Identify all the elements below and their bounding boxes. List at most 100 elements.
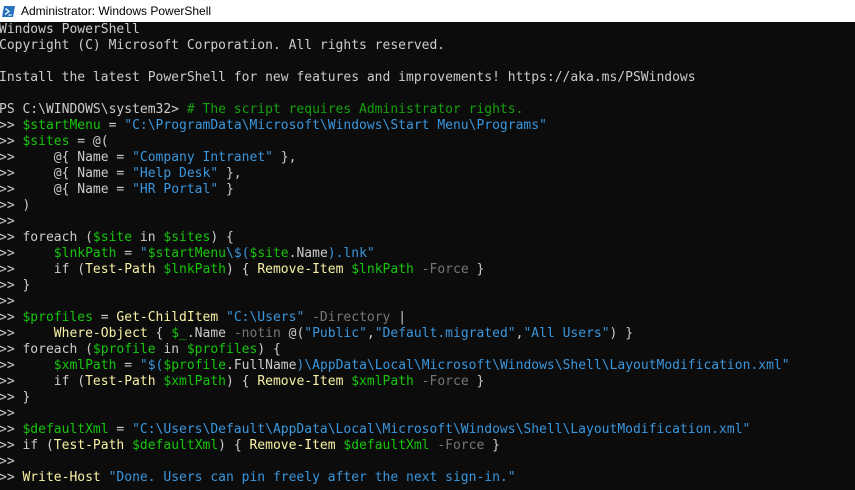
terminal-token: } [484,438,500,453]
terminal-token: "Help Desk" [132,166,219,181]
terminal-token: >> } [0,278,31,293]
terminal-token: -Force [421,374,469,389]
terminal-line: >> $defaultXml = "C:\Users\Default\AppDa… [0,422,855,438]
terminal-token: >> @{ Name = [0,166,133,181]
terminal-token: "HR Portal" [132,182,219,197]
terminal-token: "C:\Users" [226,310,305,325]
terminal-token: ) { [257,342,281,357]
terminal-token: $sites [22,134,70,149]
terminal-token: = [100,118,125,133]
terminal-token: $defaultXml [132,438,219,453]
terminal-token: ).lnk" [327,246,375,261]
title-bar[interactable]: Administrator: Windows PowerShell [0,0,855,22]
terminal-token: Test-Path [53,438,125,453]
terminal-token: >> ) [0,198,31,213]
terminal-token: >> [0,294,15,309]
terminal-token: "$( [139,358,164,373]
terminal-line: Copyright (C) Microsoft Corporation. All… [0,38,855,54]
terminal-token: Where-Object [53,326,148,341]
terminal-token: } [468,262,485,277]
terminal-line: >> @{ Name = "Help Desk" }, [0,166,855,182]
terminal-token: $lnkPath [351,262,414,277]
terminal-line: PS C:\WINDOWS\system32> # The script req… [0,102,855,118]
terminal-line: Install the latest PowerShell for new fe… [0,70,855,86]
terminal-token: "Default.migrated" [374,326,516,341]
terminal-token: = [108,422,133,437]
terminal-token: Test-Path [85,374,156,389]
terminal-token: .FullName [226,358,297,373]
terminal-line: >> [0,294,855,310]
terminal-token: in [132,230,164,245]
terminal-token: , [366,326,375,341]
terminal-token: in [155,342,187,357]
terminal-token: "Company Intranet" [132,150,273,165]
terminal-token: Windows PowerShell [0,22,140,37]
terminal-token: = [116,358,140,373]
terminal-token: )\AppData\Local\Microsoft\Windows\Shell\… [296,358,790,373]
terminal-token: >> [0,134,23,149]
terminal-line: >> $profiles = Get-ChildItem "C:\Users" … [0,310,855,326]
terminal-token: .Name [186,326,234,341]
terminal-token: = @( [69,134,109,149]
terminal-line: >> foreach ($site in $sites) { [0,230,855,246]
powershell-window: Administrator: Windows PowerShell Window… [0,0,855,490]
terminal-line: >> [0,454,855,470]
terminal-token: = [92,310,117,325]
terminal-token: | [390,310,407,325]
terminal-line: >> @{ Name = "HR Portal" } [0,182,855,198]
terminal-token: $profile [92,342,156,357]
terminal-token: >> [0,422,23,437]
terminal-token: " [139,246,148,261]
terminal-token: "C:\ProgramData\Microsoft\Windows\Start … [124,118,547,133]
terminal-token: -notin [233,326,281,341]
terminal-token: >> @{ Name = [0,150,133,165]
terminal-token: >> } [0,390,31,405]
terminal-line: >> [0,406,855,422]
terminal-line: Windows PowerShell [0,22,855,38]
terminal-token: Get-ChildItem [116,310,219,325]
terminal-token: Write-Host [22,470,101,485]
terminal-token: >> [0,118,23,133]
terminal-token: "All Users" [523,326,610,341]
terminal-output[interactable]: Windows PowerShell Copyright (C) Microsof… [0,22,855,490]
terminal-token: >> if ( [0,438,54,453]
terminal-token: $profiles [22,310,93,325]
terminal-token: $profiles [186,342,258,357]
terminal-line: >> } [0,390,855,406]
terminal-token: ) { [218,438,250,453]
terminal-token: >> [0,358,54,373]
terminal-line: >> $startMenu = "C:\ProgramData\Microsof… [0,118,855,134]
terminal-token: "Public" [304,326,367,341]
terminal-token: .Name [288,246,328,261]
terminal-token: $startMenu [147,246,227,261]
terminal-line: >> $lnkPath = "$startMenu\$($site.Name).… [0,246,855,262]
terminal-token: $xmlPath [163,374,226,389]
terminal-token: >> [0,326,54,341]
terminal-line: >> @{ Name = "Company Intranet" }, [0,150,855,166]
terminal-token: -Force [421,262,469,277]
terminal-token: }, [218,166,242,181]
terminal-token: $lnkPath [53,246,117,261]
terminal-token: } [218,182,234,197]
terminal-token: @( [280,326,305,341]
terminal-token: -Directory [312,310,391,325]
terminal-line: >> if (Test-Path $lnkPath) { Remove-Item… [0,262,855,278]
terminal-token: >> @{ Name = [0,182,133,197]
terminal-token: = [116,246,140,261]
terminal-token: Remove-Item [249,438,336,453]
terminal-token: >> if ( [0,262,86,277]
terminal-line: >> Where-Object { $_.Name -notin @("Publ… [0,326,855,342]
terminal-token: -Force [437,438,485,453]
terminal-token: }, [272,150,297,165]
terminal-token: >> [0,406,15,421]
terminal-token: $startMenu [22,118,101,133]
terminal-token: ) } [609,326,634,341]
terminal-token: $_ [171,326,187,341]
terminal-token: Remove-Item [257,374,344,389]
terminal-line: >> [0,214,855,230]
